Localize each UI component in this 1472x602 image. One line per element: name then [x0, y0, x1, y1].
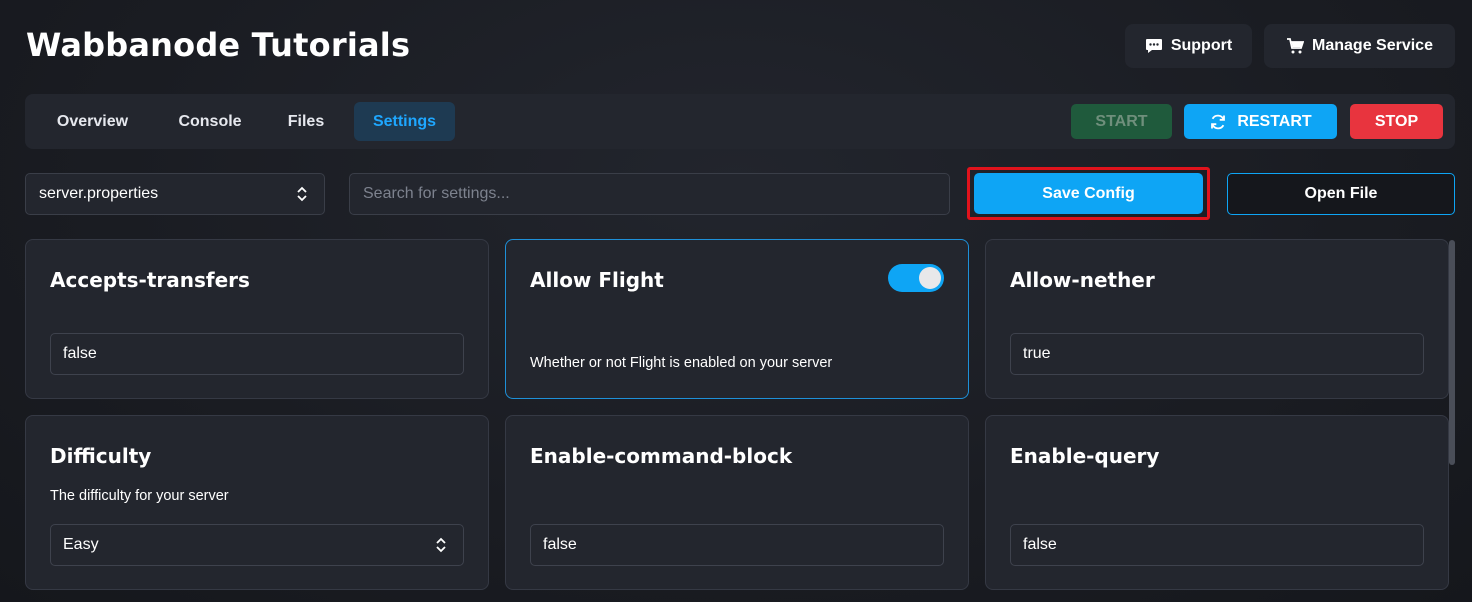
- setting-value: false: [63, 345, 97, 362]
- stop-button[interactable]: STOP: [1350, 104, 1443, 139]
- allow-flight-toggle[interactable]: [888, 264, 944, 292]
- save-config-button[interactable]: Save Config: [974, 173, 1203, 214]
- chevron-up-down-icon: [296, 186, 308, 207]
- setting-card-enable-command-block: Enable-command-block false: [505, 415, 969, 590]
- difficulty-select[interactable]: Easy: [50, 524, 464, 566]
- setting-title: Allow-nether: [1010, 268, 1155, 292]
- page-title: Wabbanode Tutorials: [26, 26, 411, 64]
- setting-title: Allow Flight: [530, 268, 664, 292]
- setting-value: false: [1023, 536, 1057, 553]
- setting-value: Easy: [63, 536, 99, 553]
- setting-card-allow-nether: Allow-nether true: [985, 239, 1449, 399]
- chat-bubble-icon: [1145, 37, 1163, 55]
- setting-value-input[interactable]: false: [1010, 524, 1424, 566]
- open-file-button[interactable]: Open File: [1227, 173, 1455, 215]
- settings-search-input[interactable]: [349, 173, 950, 215]
- restart-button[interactable]: RESTART: [1184, 104, 1337, 139]
- tab-files[interactable]: Files: [274, 102, 338, 141]
- setting-value-input[interactable]: false: [530, 524, 944, 566]
- tab-settings[interactable]: Settings: [354, 102, 455, 141]
- chevron-up-down-icon: [435, 537, 447, 558]
- setting-card-enable-query: Enable-query false: [985, 415, 1449, 590]
- start-button[interactable]: START: [1071, 104, 1172, 139]
- setting-card-allow-flight: Allow Flight Whether or not Flight is en…: [505, 239, 969, 399]
- tab-overview[interactable]: Overview: [39, 102, 146, 141]
- setting-value-input[interactable]: true: [1010, 333, 1424, 375]
- setting-title: Enable-query: [1010, 444, 1160, 468]
- manage-service-label: Manage Service: [1312, 37, 1433, 54]
- scrollbar[interactable]: [1449, 240, 1455, 465]
- setting-value: true: [1023, 345, 1051, 362]
- restart-label: RESTART: [1237, 112, 1312, 130]
- server-navbar: Overview Console Files Settings START RE…: [25, 94, 1455, 149]
- tab-console[interactable]: Console: [163, 102, 257, 141]
- setting-value-input[interactable]: false: [50, 333, 464, 375]
- refresh-icon: [1209, 113, 1227, 131]
- setting-title: Enable-command-block: [530, 444, 793, 468]
- setting-value: false: [543, 536, 577, 553]
- support-button[interactable]: Support: [1125, 24, 1252, 68]
- support-label: Support: [1170, 37, 1233, 54]
- config-file-value: server.properties: [39, 185, 159, 202]
- setting-card-difficulty: Difficulty The difficulty for your serve…: [25, 415, 489, 590]
- manage-service-button[interactable]: Manage Service: [1264, 24, 1455, 68]
- setting-card-accepts-transfers: Accepts-transfers false: [25, 239, 489, 399]
- cart-icon: [1286, 37, 1305, 55]
- config-file-select[interactable]: server.properties: [25, 173, 325, 215]
- setting-title: Accepts-transfers: [50, 268, 250, 292]
- setting-title: Difficulty: [50, 444, 152, 468]
- toggle-knob: [919, 267, 941, 289]
- setting-description: Whether or not Flight is enabled on your…: [530, 355, 833, 371]
- setting-description: The difficulty for your server: [50, 488, 229, 504]
